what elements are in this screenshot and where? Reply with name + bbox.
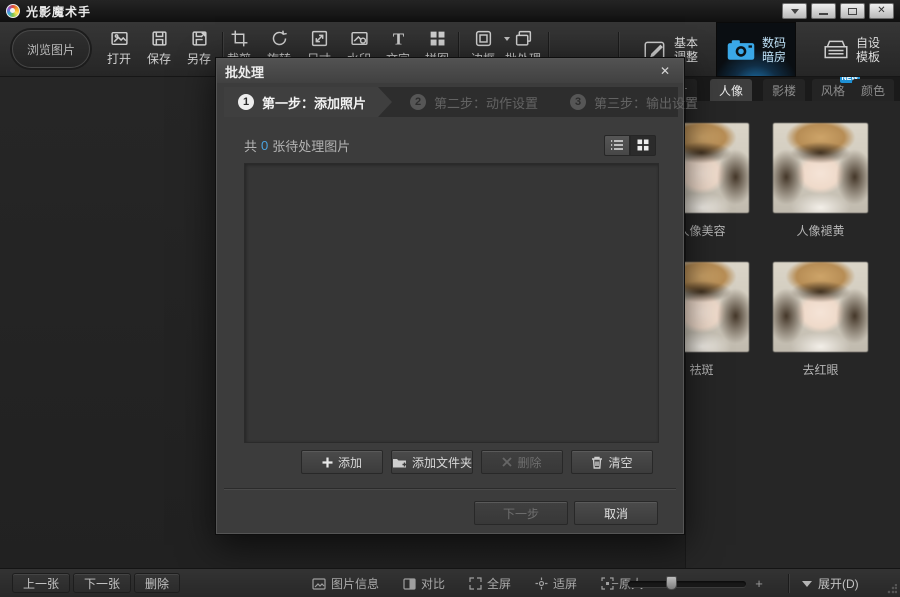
fit-screen-icon [535,577,548,590]
add-button[interactable]: 添加 [301,450,383,474]
custom-template-button[interactable]: 自设模板 [812,22,890,77]
effect-portrait-deyellow[interactable]: 人像褪黄 [773,123,868,239]
batch-icon [514,29,533,48]
skin-menu-icon [791,9,799,18]
list-view-button[interactable] [604,135,630,156]
effect-remove-redeye[interactable]: 去红眼 [773,262,868,378]
title-bar: 光影魔术手 ✕ [0,0,900,22]
fullscreen-toggle[interactable]: 全屏 [469,575,511,592]
cancel-button[interactable]: 取消 [574,501,658,525]
clear-button[interactable]: 清空 [571,450,653,474]
grid-view-icon [637,139,649,151]
dialog-action-buttons: 添加 添加文件夹 删除 清空 [301,450,653,474]
fit-screen-toggle[interactable]: 适屏 [535,575,577,592]
resize-grip[interactable] [887,584,897,594]
save-button[interactable]: 保存 [138,29,180,75]
pending-count: 0 [257,138,272,153]
collage-icon [428,29,447,48]
effect-thumbnail[interactable] [773,262,868,352]
resize-icon [310,29,329,48]
close-button[interactable]: ✕ [869,3,894,19]
save-icon [150,29,169,48]
open-button[interactable]: 打开 [98,29,140,75]
zoom-slider-handle[interactable] [666,576,677,590]
dialog-titlebar: 批处理 ✕ [217,59,683,83]
clear-trash-icon [591,456,603,469]
browse-images-button[interactable]: 浏览图片 [12,30,90,68]
step-output-settings[interactable]: 3 第三步：输出设置 [556,87,712,117]
list-view-icon [610,139,624,151]
watermark-icon [350,29,369,48]
status-bar: 上一张 下一张 删除 图片信息 对比 全屏 适屏 原大 [0,568,900,597]
dialog-title: 批处理 [225,62,264,81]
pending-count-row: 共 0 张待处理图片 [244,133,656,157]
zoom-in-button[interactable]: + [754,576,764,591]
next-step-button[interactable]: 下一步 [474,501,568,525]
digital-darkroom-button[interactable]: 数码暗房 [716,22,796,77]
zoom-out-button[interactable]: − [610,576,620,591]
batch-process-dialog: 批处理 ✕ 1 第一步：添加照片 2 第二步：动作设置 3 第三步：输出设置 共… [215,57,685,535]
previous-image-button[interactable]: 上一张 [12,573,70,593]
compare-toggle[interactable]: 对比 [403,575,445,592]
add-icon [322,457,333,468]
effects-panel: 人像美容 人像褪黄 祛斑 去红眼 [685,101,900,568]
tab-portrait[interactable]: 人像 [710,79,752,101]
step-add-photos[interactable]: 1 第一步：添加照片 [224,87,392,117]
fullscreen-icon [469,577,482,590]
minimize-icon [819,13,828,15]
count-suffix: 张待处理图片 [272,136,350,155]
minimize-button[interactable] [811,3,836,19]
svg-text:T: T [392,29,403,48]
grid-view-button[interactable] [630,135,656,156]
delete-icon [502,457,512,467]
app-logo-icon [6,4,20,18]
save-as-button[interactable]: 另存 [178,29,220,75]
zoom-slider[interactable] [628,581,746,587]
maximize-icon [848,8,857,15]
darkroom-camera-icon [726,37,756,63]
next-image-button[interactable]: 下一张 [73,573,131,593]
delete-button[interactable]: 删除 [481,450,563,474]
dialog-close-button[interactable]: ✕ [655,63,675,80]
wizard-steps: 1 第一步：添加照片 2 第二步：动作设置 3 第三步：输出设置 [224,87,678,117]
expand-panel-button[interactable]: 展开(D) [802,569,859,597]
crop-icon [230,29,249,48]
statusbar-separator [788,574,789,593]
frame-icon [474,29,493,48]
text-icon: T [389,29,408,48]
add-folder-button[interactable]: 添加文件夹 [391,450,473,474]
skin-menu-button[interactable] [782,3,807,19]
image-info-toggle[interactable]: 图片信息 [312,575,379,592]
delete-image-button[interactable]: 删除 [134,573,180,593]
close-icon: ✕ [877,6,885,16]
tab-studio[interactable]: 影楼 [763,79,805,101]
tab-style[interactable]: 风格NEW [812,79,854,101]
maximize-button[interactable] [840,3,865,19]
save-as-icon [190,29,209,48]
zoom-control: − + [610,569,764,597]
app-title: 光影魔术手 [26,3,91,20]
template-icon [822,37,850,63]
rotate-icon [270,29,289,48]
info-icon [312,578,326,590]
expand-caret-icon [802,581,812,592]
add-folder-icon [392,456,407,469]
app-window: 光影魔术手 ✕ 浏览图片 打开 保存 另存 裁剪 [0,0,900,597]
tab-color[interactable]: 颜色 [852,79,894,101]
compare-icon [403,578,416,590]
pending-images-list[interactable] [244,163,659,443]
dialog-divider [224,488,676,489]
open-icon [110,29,129,48]
step-action-settings[interactable]: 2 第二步：动作设置 [396,87,552,117]
view-options: 图片信息 对比 全屏 适屏 原大 [312,569,643,597]
effect-thumbnail[interactable] [773,123,868,213]
count-prefix: 共 [244,136,257,155]
